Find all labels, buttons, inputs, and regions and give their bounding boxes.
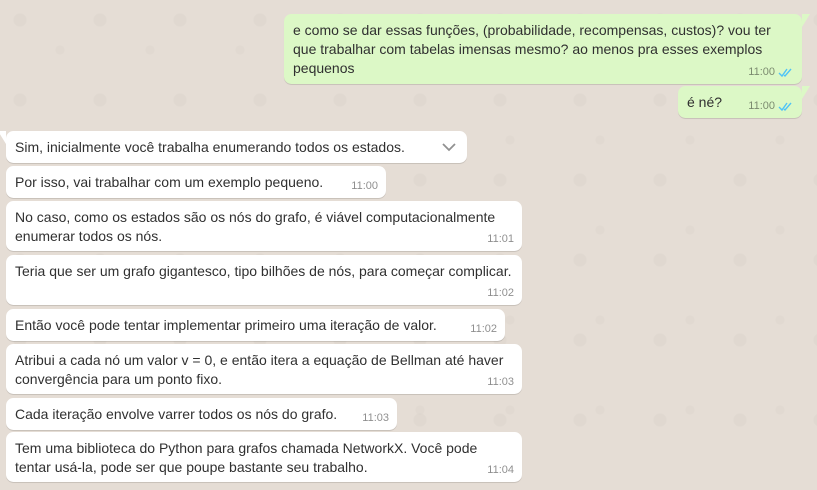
message-meta: 11:00 xyxy=(351,179,378,194)
message-text: Sim, inicialmente você trabalha enumeran… xyxy=(15,139,405,155)
message-time: 11:02 xyxy=(470,323,497,335)
message-outgoing[interactable]: e como se dar essas funções, (probabilid… xyxy=(284,14,810,84)
message-time: 11:04 xyxy=(487,464,514,476)
message-text: Tem uma biblioteca do Python para grafos… xyxy=(15,440,478,475)
message-text: Então você pode tentar implementar prime… xyxy=(15,317,437,333)
message-time: 11:00 xyxy=(748,100,775,112)
message-meta: 11:01 xyxy=(487,232,514,247)
message-text: Teria que ser um grafo gigantesco, tipo … xyxy=(15,263,512,279)
message-time: 11:02 xyxy=(487,287,514,299)
bubble-tail xyxy=(802,14,810,27)
message-meta: 11:04 xyxy=(487,463,514,478)
message-time: 11:03 xyxy=(487,376,514,388)
message-meta: 11:02 xyxy=(470,322,497,337)
message-text: Atribui a cada nó um valor v = 0, e entã… xyxy=(15,352,504,387)
message-incoming[interactable]: Teria que ser um grafo gigantesco, tipo … xyxy=(6,255,522,305)
double-check-icon xyxy=(778,68,792,78)
bubble-tail xyxy=(0,131,6,144)
message-incoming[interactable]: No caso, como os estados são os nós do g… xyxy=(6,201,522,251)
message-time: 11:01 xyxy=(487,233,514,245)
message-incoming[interactable]: Atribui a cada nó um valor v = 0, e entã… xyxy=(6,344,522,394)
double-check-icon xyxy=(778,102,792,112)
message-meta: 11:02 xyxy=(487,286,514,301)
message-time: 11:00 xyxy=(748,66,775,78)
chat-panel: e como se dar essas funções, (probabilid… xyxy=(0,0,817,490)
message-meta: 11:00 xyxy=(748,65,794,80)
message-incoming[interactable]: Cada iteração envolve varrer todos os nó… xyxy=(6,398,397,430)
message-incoming[interactable]: Por isso, vai trabalhar com um exemplo p… xyxy=(6,166,386,198)
message-time: 11:03 xyxy=(362,412,389,424)
message-meta: 11:00 xyxy=(748,99,794,114)
message-meta: 11:03 xyxy=(487,375,514,390)
message-incoming[interactable]: Sim, inicialmente você trabalha enumeran… xyxy=(0,131,467,163)
message-incoming[interactable]: Tem uma biblioteca do Python para grafos… xyxy=(6,432,522,482)
message-outgoing[interactable]: é né? 11:00 xyxy=(678,86,810,118)
message-time: 11:00 xyxy=(351,180,378,192)
message-text: e como se dar essas funções, (probabilid… xyxy=(293,22,771,76)
message-meta: 11:03 xyxy=(362,411,389,426)
chevron-down-icon[interactable] xyxy=(441,139,457,155)
bubble-tail xyxy=(802,86,810,99)
message-text: Por isso, vai trabalhar com um exemplo p… xyxy=(15,174,324,190)
message-text: Cada iteração envolve varrer todos os nó… xyxy=(15,406,338,422)
message-incoming[interactable]: Então você pode tentar implementar prime… xyxy=(6,309,505,341)
message-text: No caso, como os estados são os nós do g… xyxy=(15,209,496,244)
